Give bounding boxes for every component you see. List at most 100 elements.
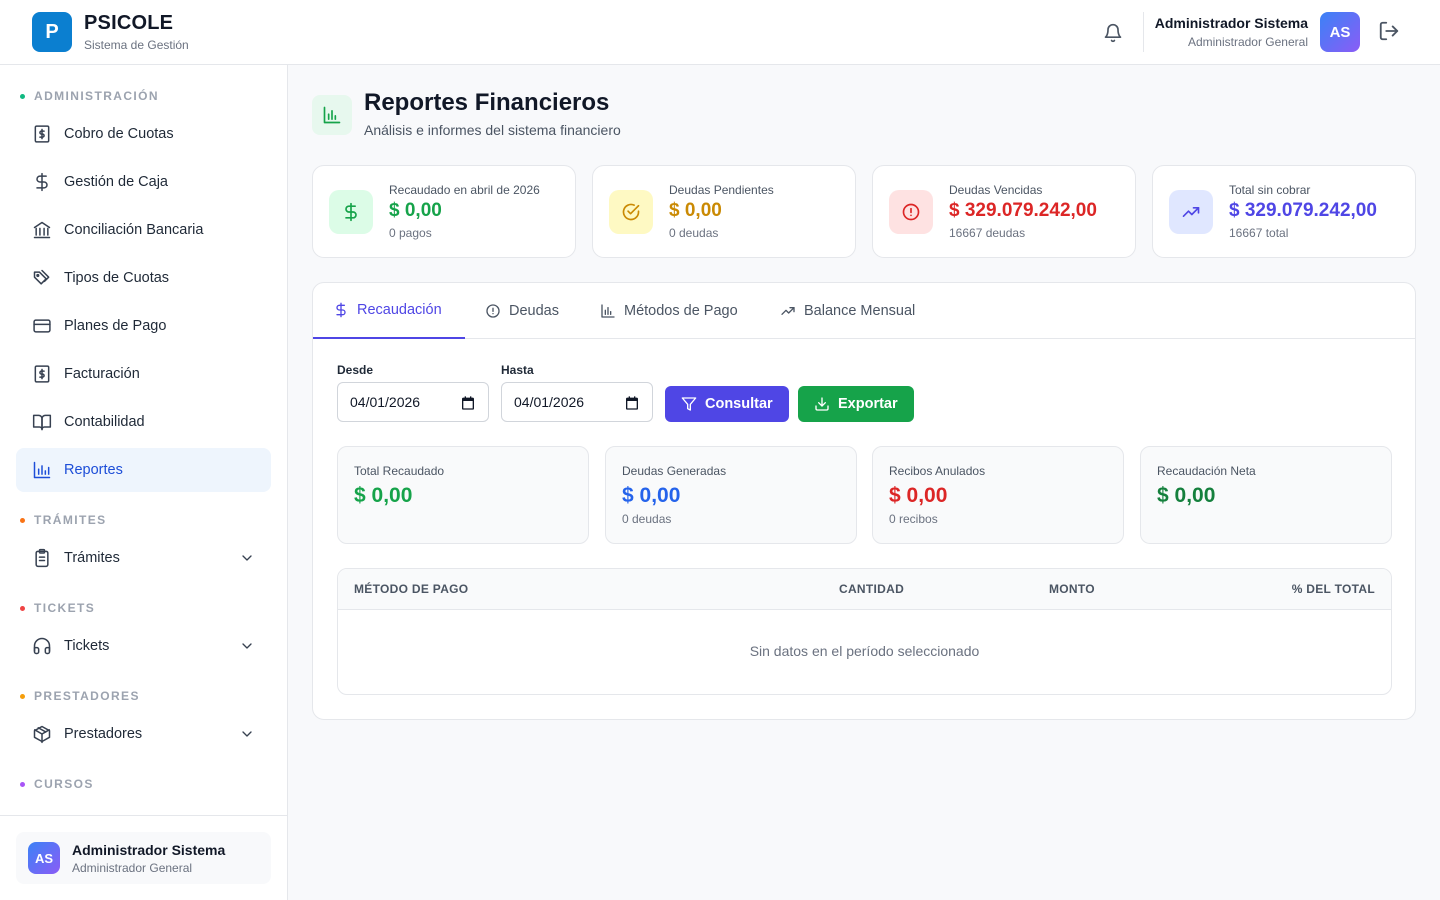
to-date-input[interactable]: 04/01/2026 bbox=[501, 382, 653, 422]
summary-card-recaudacion-neta: Recaudación Neta $ 0,00 bbox=[1140, 446, 1392, 544]
summary-sub: 0 recibos bbox=[889, 512, 938, 526]
tab-metodos-de-pago[interactable]: Métodos de Pago bbox=[580, 283, 758, 339]
sidebar-item-tipos-de-cuotas[interactable]: Tipos de Cuotas bbox=[16, 256, 271, 300]
page-subtitle: Análisis e informes del sistema financie… bbox=[364, 122, 621, 138]
sidebar-item-facturacion[interactable]: Facturación bbox=[16, 352, 271, 396]
bell-icon[interactable] bbox=[1100, 20, 1126, 46]
header-divider bbox=[1143, 12, 1144, 52]
stat-sub: 16667 deudas bbox=[949, 226, 1026, 240]
sidebar-item-conciliacion-bancaria[interactable]: Conciliación Bancaria bbox=[16, 208, 271, 252]
brand-subtitle: Sistema de Gestión bbox=[84, 38, 189, 52]
sidebar-item-tickets[interactable]: Tickets bbox=[16, 624, 271, 668]
tab-recaudacion[interactable]: Recaudación bbox=[313, 283, 465, 339]
receipt-dollar-icon bbox=[32, 124, 52, 144]
report-tabs: Recaudación Deudas Métodos de Pago Balan… bbox=[313, 283, 1415, 339]
stat-value: $ 0,00 bbox=[669, 200, 722, 221]
stat-label: Recaudado en abril de 2026 bbox=[389, 183, 540, 197]
stat-value: $ 329.079.242,00 bbox=[1229, 200, 1377, 221]
brand-name: PSICOLE bbox=[84, 12, 174, 34]
chevron-down-icon[interactable] bbox=[239, 638, 255, 654]
credit-card-icon bbox=[32, 316, 52, 336]
summary-card-recibos-anulados: Recibos Anulados $ 0,00 0 recibos bbox=[872, 446, 1124, 544]
avatar[interactable]: AS bbox=[1320, 12, 1360, 52]
sidebar-user-card[interactable]: AS Administrador Sistema Administrador G… bbox=[16, 832, 271, 884]
chevron-down-icon[interactable] bbox=[239, 726, 255, 742]
summary-value: $ 0,00 bbox=[1157, 484, 1216, 507]
filter-icon bbox=[681, 396, 697, 412]
column-header-metodo[interactable]: MÉTODO DE PAGO bbox=[354, 582, 468, 596]
calendar-icon[interactable] bbox=[460, 395, 476, 411]
tags-icon bbox=[32, 268, 52, 288]
app-logo[interactable]: P bbox=[32, 12, 72, 52]
summary-card-deudas-generadas: Deudas Generadas $ 0,00 0 deudas bbox=[605, 446, 857, 544]
stat-card-recaudado: Recaudado en abril de 2026 $ 0,00 0 pago… bbox=[312, 165, 576, 258]
stat-value: $ 0,00 bbox=[389, 200, 442, 221]
stat-card-deudas-vencidas: Deudas Vencidas $ 329.079.242,00 16667 d… bbox=[872, 165, 1136, 258]
consultar-button[interactable]: Consultar bbox=[665, 386, 789, 422]
bar-chart-icon bbox=[312, 95, 352, 135]
column-header-monto[interactable]: MONTO bbox=[1049, 582, 1095, 596]
sidebar-divider bbox=[0, 815, 287, 816]
payment-methods-table: MÉTODO DE PAGO CANTIDAD MONTO % DEL TOTA… bbox=[337, 568, 1392, 695]
sidebar-user-name: Administrador Sistema bbox=[72, 842, 226, 858]
from-label: Desde bbox=[337, 363, 374, 377]
from-date-input[interactable]: 04/01/2026 bbox=[337, 382, 489, 422]
sidebar-user-role: Administrador General bbox=[72, 861, 193, 875]
package-icon bbox=[32, 724, 52, 744]
summary-sub: 0 deudas bbox=[622, 512, 672, 526]
sidebar-item-gestion-de-caja[interactable]: Gestión de Caja bbox=[16, 160, 271, 204]
summary-card-total-recaudado: Total Recaudado $ 0,00 bbox=[337, 446, 589, 544]
section-tramites: TRÁMITES bbox=[20, 513, 107, 527]
table-header: MÉTODO DE PAGO CANTIDAD MONTO % DEL TOTA… bbox=[338, 569, 1391, 610]
stat-sub: 16667 total bbox=[1229, 226, 1289, 240]
stat-label: Deudas Vencidas bbox=[949, 183, 1043, 197]
logout-icon[interactable] bbox=[1378, 20, 1402, 44]
sidebar-item-planes-de-pago[interactable]: Planes de Pago bbox=[16, 304, 271, 348]
sidebar-item-tramites[interactable]: Trámites bbox=[16, 536, 271, 580]
report-panel: Recaudación Deudas Métodos de Pago Balan… bbox=[312, 282, 1416, 720]
bar-chart-icon bbox=[600, 303, 616, 319]
avatar: AS bbox=[28, 842, 60, 874]
bank-icon bbox=[32, 220, 52, 240]
stat-sub: 0 deudas bbox=[669, 226, 719, 240]
stat-value: $ 329.079.242,00 bbox=[949, 200, 1097, 221]
sidebar-item-cobro-de-cuotas[interactable]: Cobro de Cuotas bbox=[16, 112, 271, 156]
alert-circle-icon bbox=[889, 190, 933, 234]
bar-chart-icon bbox=[32, 460, 52, 480]
tab-deudas[interactable]: Deudas bbox=[465, 283, 579, 339]
summary-label: Recaudación Neta bbox=[1157, 464, 1256, 478]
exportar-button[interactable]: Exportar bbox=[798, 386, 914, 422]
stat-card-total-sin-cobrar: Total sin cobrar $ 329.079.242,00 16667 … bbox=[1152, 165, 1416, 258]
header-user-role: Administrador General bbox=[1187, 35, 1308, 49]
section-administracion: ADMINISTRACIÓN bbox=[20, 89, 159, 103]
summary-label: Recibos Anulados bbox=[889, 464, 986, 478]
dollar-icon bbox=[329, 190, 373, 234]
trending-up-icon bbox=[1169, 190, 1213, 234]
chevron-down-icon[interactable] bbox=[239, 550, 255, 566]
alert-circle-icon bbox=[485, 303, 501, 319]
stat-sub: 0 pagos bbox=[389, 226, 432, 240]
column-header-porcentaje[interactable]: % DEL TOTAL bbox=[1292, 582, 1375, 596]
receipt-dollar-icon bbox=[32, 364, 52, 384]
dollar-icon bbox=[333, 302, 349, 318]
book-icon bbox=[32, 412, 52, 432]
to-label: Hasta bbox=[501, 363, 534, 377]
summary-value: $ 0,00 bbox=[622, 484, 681, 507]
sidebar-item-contabilidad[interactable]: Contabilidad bbox=[16, 400, 271, 444]
clipboard-icon bbox=[32, 548, 52, 568]
header-user-name: Administrador Sistema bbox=[1154, 15, 1308, 31]
empty-state: Sin datos en el período seleccionado bbox=[749, 643, 980, 659]
sidebar-item-prestadores[interactable]: Prestadores bbox=[16, 712, 271, 756]
calendar-icon[interactable] bbox=[624, 395, 640, 411]
headphones-icon bbox=[32, 636, 52, 656]
dollar-icon bbox=[32, 172, 52, 192]
sidebar-item-reportes[interactable]: Reportes bbox=[16, 448, 271, 492]
top-header: P PSICOLE Sistema de Gestión Administrad… bbox=[0, 0, 1440, 65]
trending-up-icon bbox=[780, 303, 796, 319]
tab-balance-mensual[interactable]: Balance Mensual bbox=[760, 283, 935, 339]
section-tickets: TICKETS bbox=[20, 601, 95, 615]
stat-label: Total sin cobrar bbox=[1229, 183, 1311, 197]
stat-label: Deudas Pendientes bbox=[669, 183, 774, 197]
column-header-cantidad[interactable]: CANTIDAD bbox=[839, 582, 904, 596]
sidebar: ADMINISTRACIÓN Cobro de Cuotas Gestión d… bbox=[0, 65, 288, 900]
